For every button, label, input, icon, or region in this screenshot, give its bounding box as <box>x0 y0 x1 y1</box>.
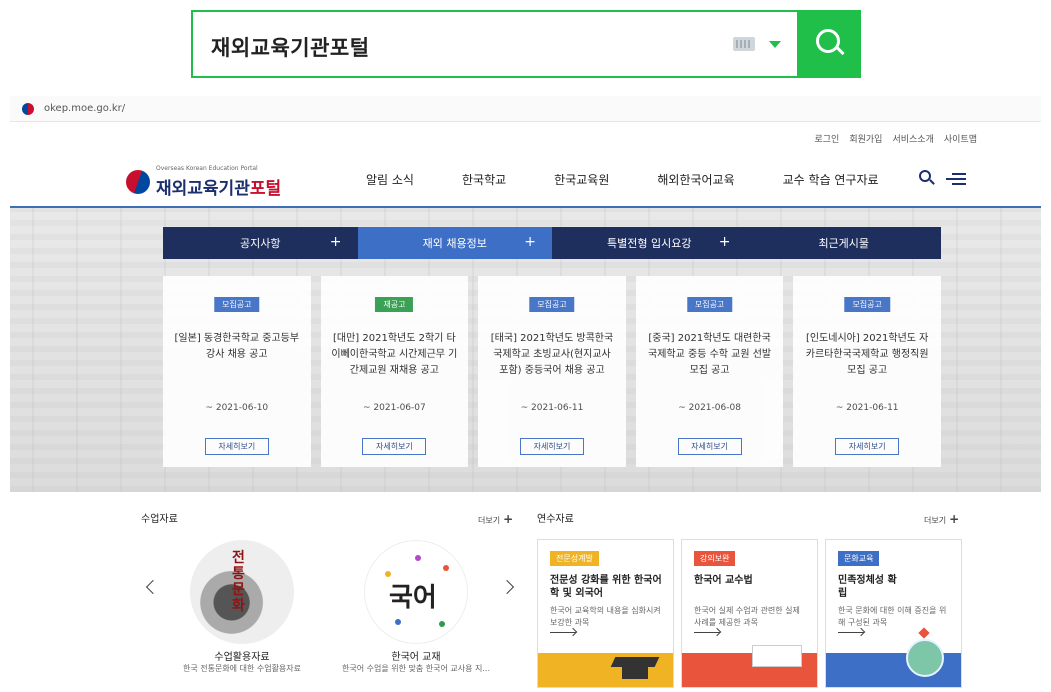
detail-button[interactable]: 자세히보기 <box>835 438 900 455</box>
plus-icon: + <box>949 512 960 526</box>
training-card-desc: 한국 문화에 대한 이해 증진을 위해 구성된 과목 <box>838 606 947 627</box>
tab-admission[interactable]: 특별전형 입시요강 + <box>552 227 747 259</box>
card-date: ~ 2021-06-11 <box>520 403 584 413</box>
class-materials-more-link[interactable]: 더보기 + <box>478 512 513 526</box>
nav-item-teaching-materials[interactable]: 교수 학습 연구자료 <box>783 171 879 188</box>
site-logo[interactable]: Overseas Korean Education Portal 재외교육기관포… <box>126 162 301 199</box>
tab-recruitment[interactable]: 재외 채용정보 + <box>357 227 552 259</box>
training-card-title: 민족정체성 확립 <box>838 575 897 599</box>
detail-button[interactable]: 자세히보기 <box>204 438 269 455</box>
login-link[interactable]: 로그인 <box>815 132 840 145</box>
search-input[interactable]: 재외교육기관포털 <box>211 32 370 62</box>
card-title[interactable]: [대만] 2021학년도 2학기 타이뻬이한국학교 시간제근무 기간제교원 재채… <box>331 331 459 379</box>
recruit-card[interactable]: 재공고 [대만] 2021학년도 2학기 타이뻬이한국학교 시간제근무 기간제교… <box>320 276 469 467</box>
class-material-label[interactable]: 수업활용자료 <box>190 648 294 663</box>
training-card-desc: 한국어 교육학의 내용을 심화시켜 보강한 과목 <box>550 606 661 627</box>
detail-button[interactable]: 자세히보기 <box>362 438 427 455</box>
training-materials-title: 연수자료 <box>537 514 574 525</box>
signup-link[interactable]: 회원가입 <box>849 132 882 145</box>
arrow-right-icon <box>694 632 720 633</box>
sitemap-link[interactable]: 사이트맵 <box>944 132 977 145</box>
card-title[interactable]: [인도네시아] 2021학년도 자카르타한국국제학교 행정직원 모집 공고 <box>803 331 931 379</box>
logo-title: 재외교육기관포털 <box>156 179 282 199</box>
thumbnail-caption: 국어 <box>389 583 437 613</box>
chevron-right-icon[interactable] <box>499 579 515 595</box>
board-tabs: 공지사항 + 재외 채용정보 + 특별전형 입시요강 + 최근게시물 <box>163 227 941 259</box>
training-card-title: 전문성 강화를 위한 한국어학 및 외국어 <box>550 575 662 599</box>
recruit-card[interactable]: 모집공고 [인도네시아] 2021학년도 자카르타한국국제학교 행정직원 모집 … <box>793 276 941 467</box>
training-card-desc: 한국어 실제 수업과 관련한 실제 사례를 제공한 과목 <box>694 606 800 627</box>
plus-icon: + <box>503 512 514 526</box>
status-badge: 모집공고 <box>529 297 575 312</box>
card-date: ~ 2021-06-07 <box>363 403 426 413</box>
status-badge: 재공고 <box>375 297 414 312</box>
plus-icon[interactable]: + <box>330 234 342 250</box>
status-badge: 모집공고 <box>844 297 890 312</box>
training-card-title: 한국어 교수법 <box>694 575 753 586</box>
thumbnail-caption: 전통문화 <box>232 550 245 614</box>
card-date: ~ 2021-06-10 <box>205 403 269 413</box>
main-nav: 알림 소식 한국학교 한국교육원 해외한국어교육 교수 학습 연구자료 <box>366 171 927 188</box>
nav-item-news[interactable]: 알림 소식 <box>366 171 414 188</box>
recruit-card[interactable]: 모집공고 [중국] 2021학년도 대련한국국제학교 중등 수학 교원 선발 모… <box>635 276 784 467</box>
category-badge: 문화교육 <box>838 551 880 566</box>
card-title[interactable]: [중국] 2021학년도 대련한국국제학교 중등 수학 교원 선발 모집 공고 <box>646 331 774 379</box>
tab-notices[interactable]: 공지사항 + <box>163 227 358 259</box>
recruitment-cards: 모집공고 [일본] 동경한국학교 중고등부 강사 채용 공고 ~ 2021-06… <box>163 276 941 467</box>
status-badge: 모집공고 <box>214 297 260 312</box>
recruit-card[interactable]: 모집공고 [일본] 동경한국학교 중고등부 강사 채용 공고 ~ 2021-06… <box>163 276 311 467</box>
status-badge: 모집공고 <box>686 297 733 312</box>
header-search-icon[interactable] <box>919 170 935 186</box>
training-card[interactable]: 전문성계발 전문성 강화를 위한 한국어학 및 외국어 한국어 교육학의 내용을… <box>537 539 674 688</box>
detail-button[interactable]: 자세히보기 <box>519 438 584 455</box>
arrow-right-icon <box>838 632 864 633</box>
detail-button[interactable]: 자세히보기 <box>677 438 742 455</box>
book-illustration <box>682 645 817 687</box>
recruit-card[interactable]: 모집공고 [태국] 2021학년도 방콕한국국제학교 초빙교사(현지교사 포함)… <box>478 276 626 467</box>
class-material-desc: 한국어 수업을 위한 맞춤 한국어 교사용 지... <box>341 664 490 673</box>
nav-item-overseas-korean[interactable]: 해외한국어교육 <box>657 171 734 188</box>
training-card[interactable]: 문화교육 민족정체성 확립 한국 문화에 대한 이해 증진을 위해 구성된 과목 <box>825 539 962 688</box>
logo-subtitle: Overseas Korean Education Portal <box>156 165 258 172</box>
class-material-label[interactable]: 한국어 교재 <box>364 648 468 663</box>
card-date: ~ 2021-06-11 <box>835 403 899 413</box>
category-badge: 전문성계발 <box>550 551 599 566</box>
training-card[interactable]: 강의보완 한국어 교수법 한국어 실제 수업과 관련한 실제 사례를 제공한 과… <box>681 539 818 688</box>
plus-icon[interactable]: + <box>524 234 536 250</box>
card-date: ~ 2021-06-08 <box>678 403 741 413</box>
graduation-cap-illustration <box>538 653 673 687</box>
category-badge: 강의보완 <box>694 551 736 566</box>
keyboard-icon[interactable] <box>733 37 755 51</box>
address-bar[interactable]: okep.moe.go.kr/ <box>10 96 1041 122</box>
card-title[interactable]: [태국] 2021학년도 방콕한국국제학교 초빙교사(현지교사 포함) 중등국어… <box>488 331 616 379</box>
nav-item-education-center[interactable]: 한국교육원 <box>554 171 609 188</box>
chevron-left-icon[interactable] <box>145 579 161 595</box>
globe-illustration <box>826 627 961 687</box>
utility-links: 로그인 회원가입 서비스소개 사이트맵 <box>815 132 978 145</box>
class-materials-title: 수업자료 <box>141 514 178 525</box>
search-button[interactable] <box>797 12 859 76</box>
card-title[interactable]: [일본] 동경한국학교 중고등부 강사 채용 공고 <box>173 331 301 363</box>
arrow-right-icon <box>550 632 576 633</box>
site-favicon-icon <box>22 103 34 115</box>
chevron-down-icon[interactable] <box>769 41 781 48</box>
hamburger-menu-icon[interactable] <box>946 172 966 186</box>
korean-textbook-thumbnail[interactable]: 국어 <box>364 540 468 644</box>
class-material-desc: 한국 전통문화에 대한 수업활용자료 <box>182 664 302 673</box>
search-bar[interactable]: 재외교육기관포털 <box>191 10 861 78</box>
service-intro-link[interactable]: 서비스소개 <box>892 132 933 145</box>
tab-recent-posts[interactable]: 최근게시물 <box>746 227 941 259</box>
nav-item-korean-school[interactable]: 한국학교 <box>462 171 506 188</box>
traditional-culture-thumbnail[interactable]: 전통문화 <box>190 540 294 644</box>
url-text[interactable]: okep.moe.go.kr/ <box>44 103 125 114</box>
taegeuk-logo-icon <box>126 170 150 194</box>
training-more-link[interactable]: 더보기 + <box>924 512 959 526</box>
plus-icon[interactable]: + <box>719 234 731 250</box>
